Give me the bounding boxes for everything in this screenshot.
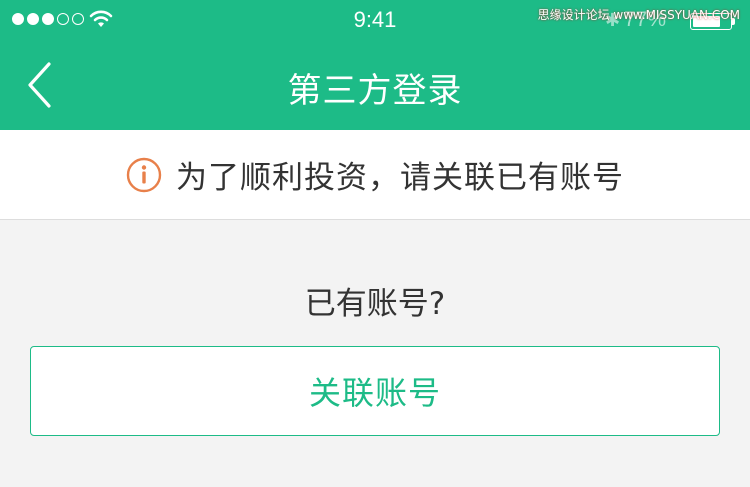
header: 9:41 ✱ 77% 思缘设计论坛 www.MISSYUAN.COM 第三方登录 [0, 0, 750, 130]
notice-text: 为了顺利投资，请关联已有账号 [176, 160, 624, 196]
status-bar: 9:41 ✱ 77% 思缘设计论坛 www.MISSYUAN.COM [0, 0, 750, 40]
question-text: 已有账号? [304, 286, 446, 322]
link-account-button[interactable]: 关联账号 [30, 346, 720, 436]
watermark: 思缘设计论坛 www.MISSYUAN.COM [537, 8, 740, 22]
page-title: 第三方登录 [287, 71, 463, 111]
app-screen: 9:41 ✱ 77% 思缘设计论坛 www.MISSYUAN.COM 第三方登录… [0, 0, 750, 487]
info-circle-icon [126, 157, 162, 192]
notice-bar: 为了顺利投资，请关联已有账号 [0, 130, 750, 220]
nav-bar: 第三方登录 [0, 40, 750, 130]
